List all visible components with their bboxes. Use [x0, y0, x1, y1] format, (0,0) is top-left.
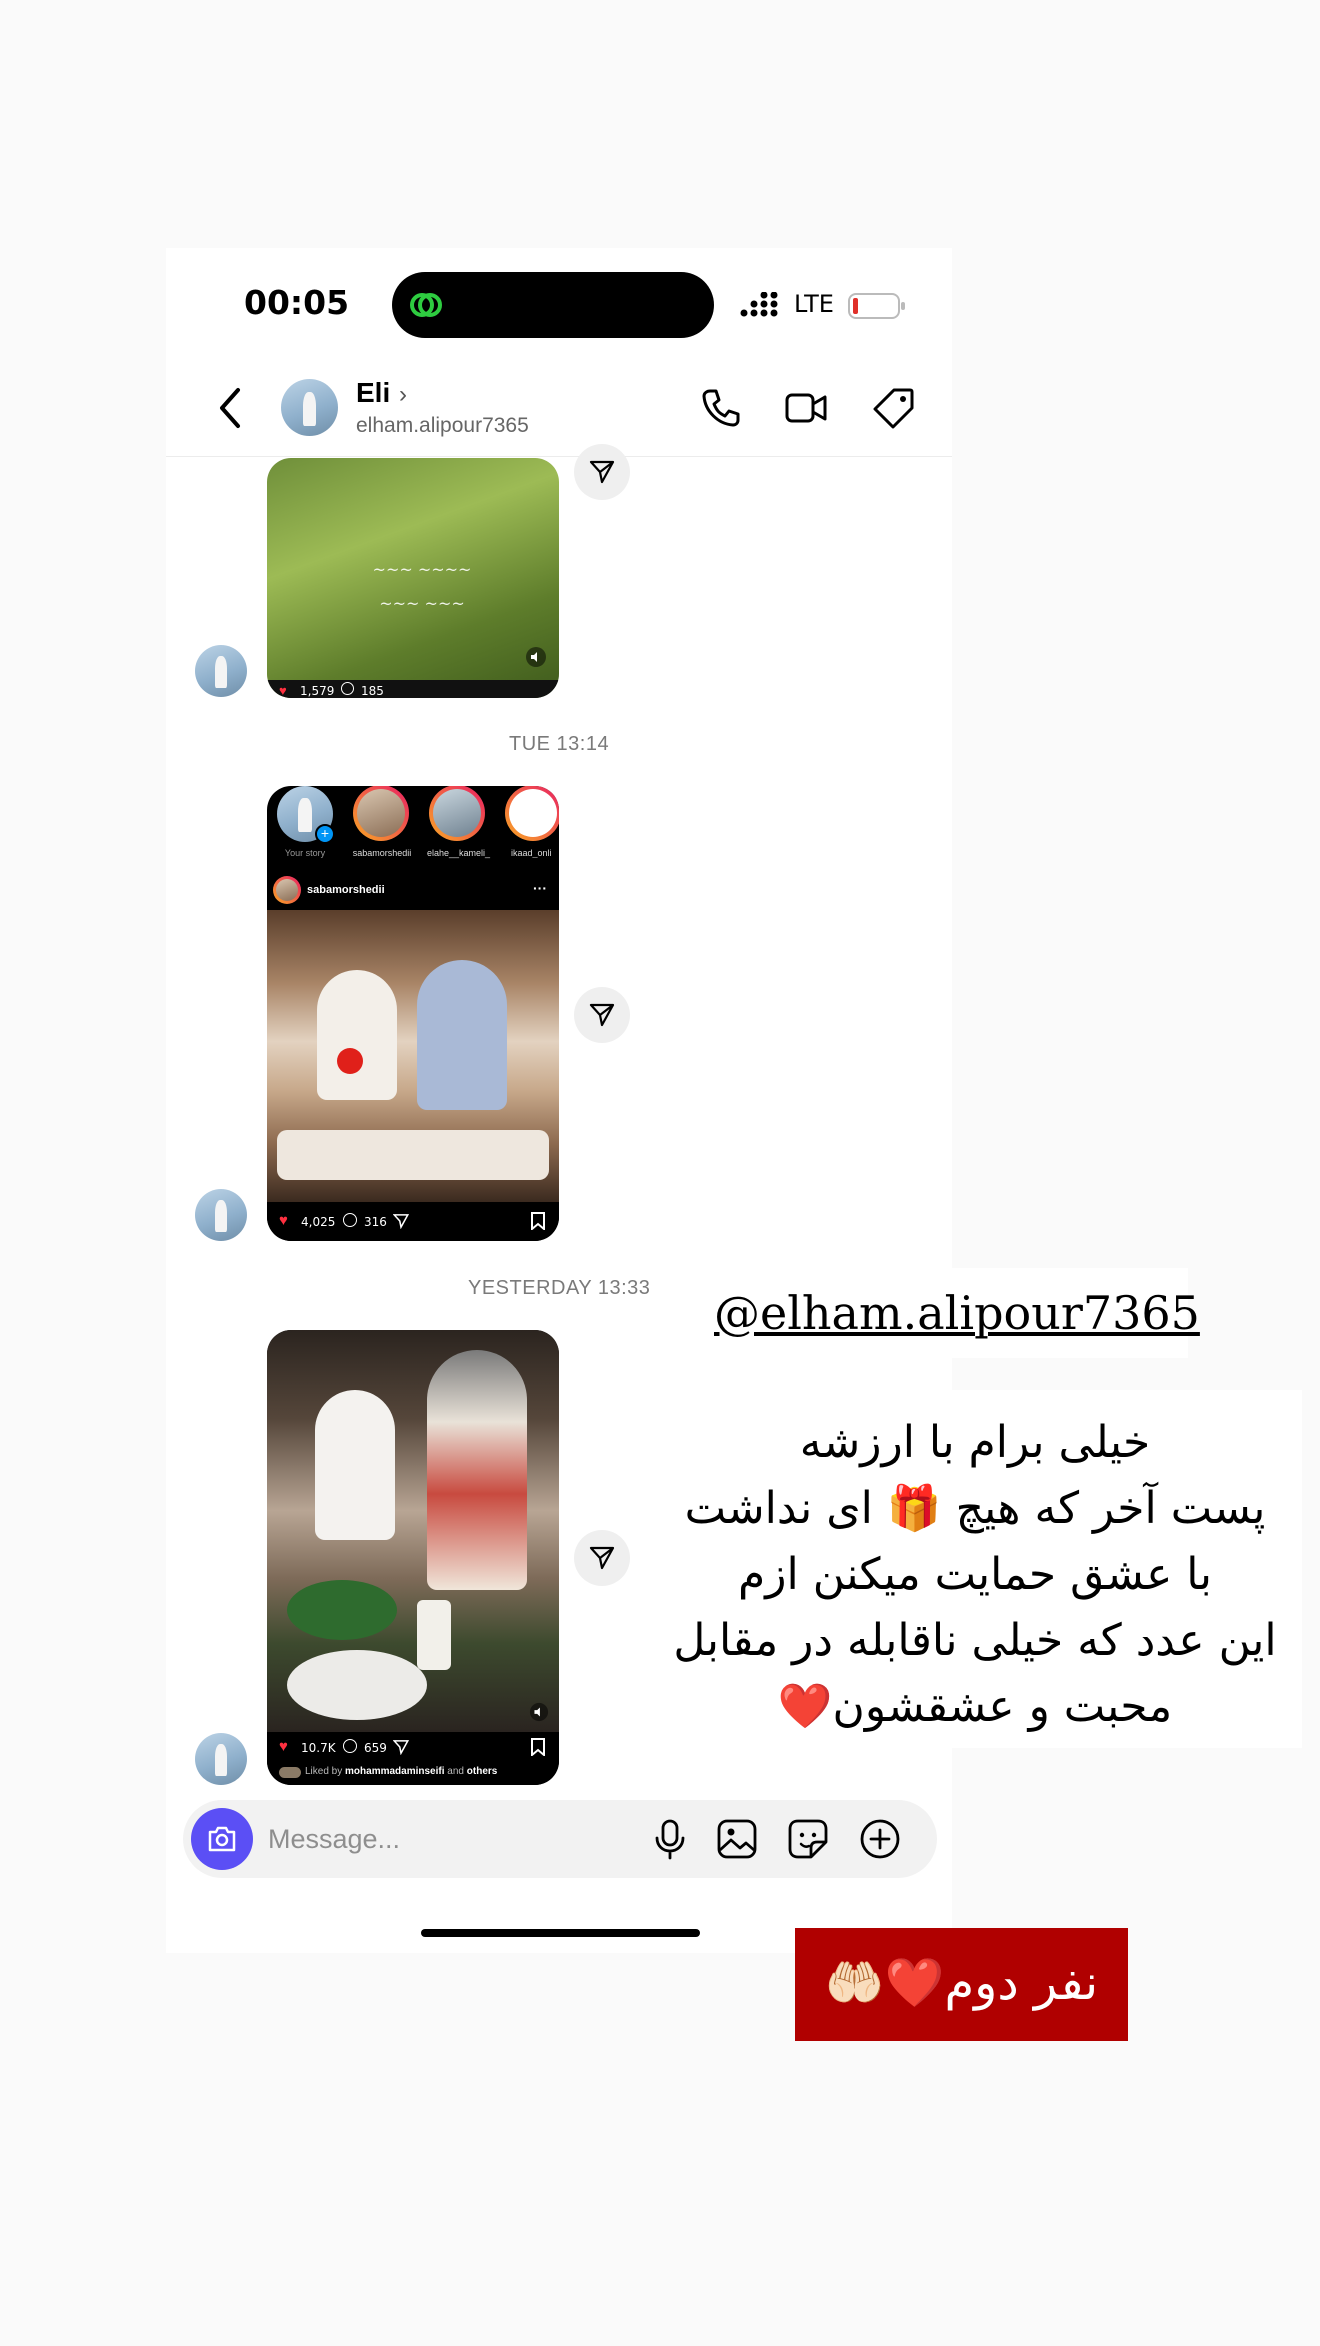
comment-icon [343, 1213, 357, 1227]
sender-avatar[interactable] [195, 645, 247, 697]
battery-icon [848, 293, 905, 319]
reel-image-figure [427, 1350, 527, 1590]
send-icon [393, 1214, 409, 1229]
contact-name[interactable]: Eli [356, 377, 390, 409]
contact-username[interactable]: elham.alipour7365 [356, 414, 529, 438]
reel-image-bowl [287, 1650, 427, 1720]
comments-count: 659 [364, 1741, 387, 1755]
caption-line: محبت و عشقشون❤️ [777, 1681, 1173, 1732]
heart-icon: ♥ [279, 683, 287, 698]
send-icon [393, 1740, 409, 1755]
send-icon [589, 1546, 615, 1570]
share-button[interactable] [574, 1530, 630, 1586]
bookmark-icon [531, 1738, 545, 1756]
story-ring[interactable] [429, 786, 485, 841]
comments-count: 316 [364, 1215, 387, 1229]
caption-line: با عشق حمایت میکنن ازم [738, 1549, 1212, 1600]
shared-post-card[interactable]: ~~~ ~~~~ ~~~ ~~~ ♥ 1,579 185 [267, 458, 559, 698]
reel-image-candle [417, 1600, 451, 1670]
post-image-figure [317, 970, 397, 1100]
stories-row: + Your story sabamorshedii elahe__kameli… [267, 786, 559, 858]
story-label: sabamorshedii [352, 848, 412, 858]
liked-by-and: and [447, 1766, 464, 1777]
post-image-figure [417, 960, 507, 1110]
video-call-icon[interactable] [784, 386, 828, 430]
header-divider [166, 456, 952, 457]
caption-line: این عدد که خیلی ناقابله در مقابل [673, 1615, 1277, 1666]
sender-avatar[interactable] [195, 1733, 247, 1785]
send-icon [589, 460, 615, 484]
comment-icon [343, 1739, 357, 1753]
message-timestamp: TUE 13:14 [509, 733, 610, 755]
likes-count: 10.7K [301, 1741, 336, 1755]
reel-image-greens [287, 1580, 397, 1640]
caption-line: پست آخر که هیچ 🎁 ای نداشت [684, 1483, 1266, 1534]
add-story-icon[interactable]: + [315, 824, 335, 844]
liked-by-others[interactable]: others [467, 1766, 498, 1777]
network-label: LTE [794, 290, 834, 318]
post-stats-bar: ♥ 10.7K 659 Liked by mohammadaminseifi a… [267, 1732, 559, 1785]
comment-icon [341, 682, 354, 695]
caption-sticker: خیلی برام با ارزشه پست آخر که هیچ 🎁 ای ن… [648, 1390, 1302, 1748]
sender-avatar[interactable] [195, 1189, 247, 1241]
back-chevron-icon[interactable] [216, 386, 246, 430]
tag-icon[interactable] [872, 386, 916, 430]
caption-line: خیلی برام با ارزشه [799, 1417, 1151, 1468]
post-stats-bar: ♥ 4,025 316 [267, 1202, 559, 1241]
badge-label: نفر دوم❤️🤲🏻 [795, 1928, 1128, 2041]
mention-sticker[interactable]: @elham.alipour7365 [700, 1268, 1200, 1358]
home-indicator [421, 1929, 700, 1937]
story-label: Your story [284, 848, 326, 858]
comments-count: 185 [361, 684, 384, 698]
badge-text: نفر دوم❤️🤲🏻 [824, 1955, 1099, 2011]
mention-text[interactable]: @elham.alipour7365 [714, 1286, 1200, 1340]
liked-by-line: Liked by mohammadaminseifi and others [279, 1766, 559, 1780]
post-stats-bar: ♥ 1,579 185 [267, 680, 559, 698]
liked-by-prefix: Liked by [305, 1766, 343, 1777]
avatar[interactable] [281, 379, 338, 436]
post-image-rose [337, 1048, 363, 1074]
threads-link-icon [410, 293, 442, 317]
reel-image-figure [315, 1390, 395, 1540]
reel-image[interactable] [267, 1330, 559, 1732]
likes-count: 4,025 [301, 1215, 336, 1229]
mute-icon[interactable] [525, 646, 547, 668]
liked-by-user[interactable]: mohammadaminseifi [345, 1766, 444, 1777]
message-timestamp: YESTERDAY 13:33 [468, 1277, 651, 1299]
bookmark-icon [531, 1212, 545, 1230]
liked-by-avatars [279, 1767, 301, 1778]
story-ring[interactable] [353, 786, 409, 841]
sticker-icon[interactable] [787, 1818, 829, 1860]
phone-icon[interactable] [699, 386, 743, 430]
gallery-icon[interactable] [716, 1818, 758, 1860]
signal-icon [740, 292, 778, 317]
heart-icon: ♥ [279, 1212, 288, 1229]
heart-icon: ♥ [279, 1738, 288, 1755]
status-time: 00:05 [244, 283, 350, 322]
microphone-icon[interactable] [652, 1818, 688, 1860]
share-button[interactable] [574, 444, 630, 500]
likes-count: 1,579 [300, 684, 335, 698]
send-icon [589, 1003, 615, 1027]
story-label: ikaad_onli [511, 848, 552, 858]
post-author-avatar[interactable] [273, 876, 301, 904]
camera-button[interactable] [191, 1808, 253, 1870]
mute-icon[interactable] [529, 1702, 549, 1722]
more-options-icon[interactable]: ··· [533, 880, 547, 896]
chevron-right-icon: › [399, 381, 407, 408]
shared-reel-card[interactable]: ♥ 10.7K 659 Liked by mohammadaminseifi a… [267, 1330, 559, 1785]
camera-icon [208, 1826, 236, 1852]
post-image[interactable] [267, 910, 559, 1202]
post-author-name[interactable]: sabamorshedii [307, 884, 385, 896]
story-ring[interactable] [505, 786, 559, 841]
share-button[interactable] [574, 987, 630, 1043]
post-image-table [277, 1130, 549, 1180]
message-input[interactable]: Message... [268, 1824, 400, 1855]
add-icon[interactable] [859, 1818, 901, 1860]
story-label: elahe__kameli_ [427, 848, 491, 858]
post-caption-art: ~~~ ~~~~ ~~~ ~~~ [372, 560, 472, 613]
shared-post-card[interactable]: + Your story sabamorshedii elahe__kameli… [267, 786, 559, 1241]
